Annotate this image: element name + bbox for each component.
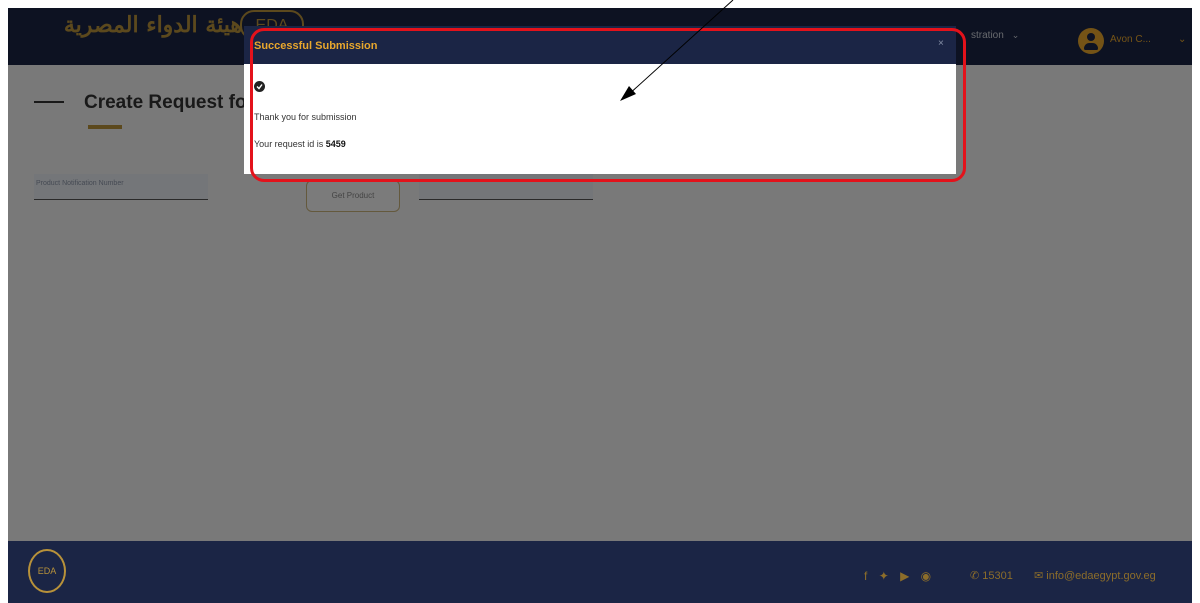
annotation-arrow	[620, 0, 734, 101]
